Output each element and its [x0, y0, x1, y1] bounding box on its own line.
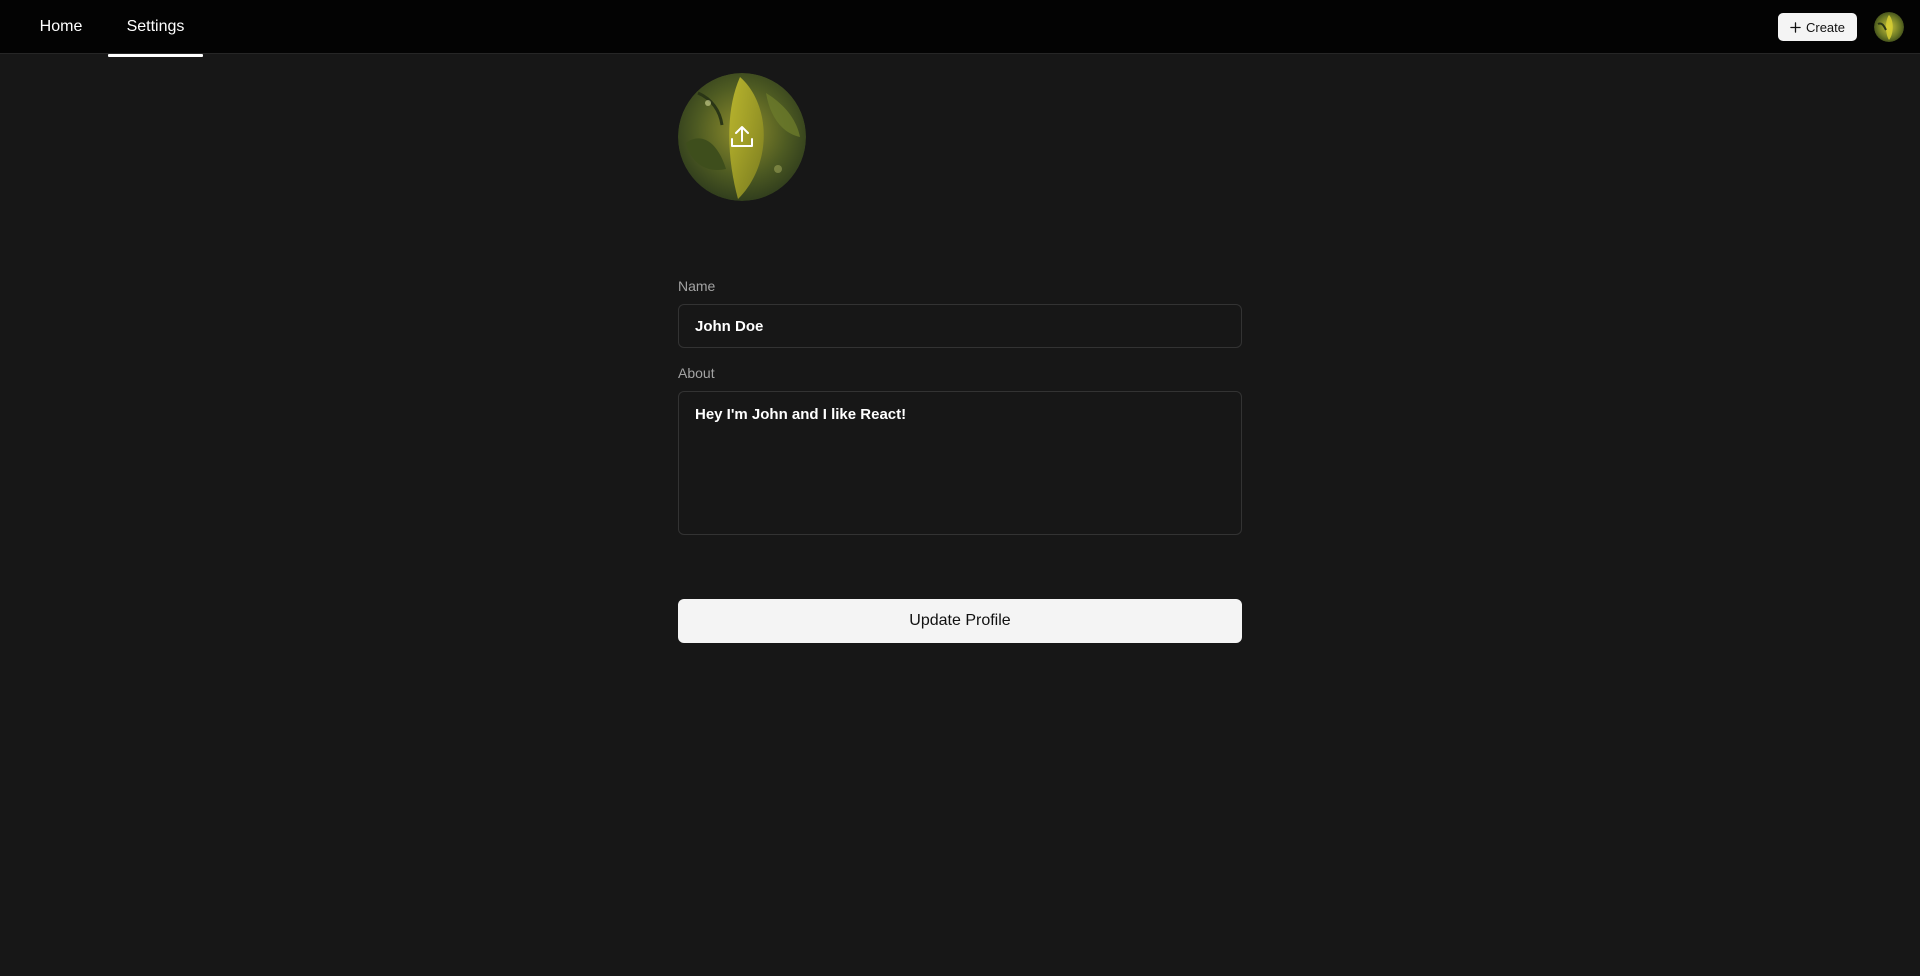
upload-icon [731, 126, 753, 147]
about-field[interactable]: Hey I'm John and I like React! [678, 391, 1242, 535]
top-navigation-bar: Home Settings Create [0, 0, 1920, 57]
tab-settings-label: Settings [126, 18, 185, 35]
name-field[interactable] [678, 304, 1242, 348]
tab-home-label: Home [39, 18, 83, 35]
active-tab-indicator [108, 54, 203, 57]
create-button-label: Create [1805, 19, 1846, 35]
about-label: About [678, 365, 715, 381]
tab-settings[interactable]: Settings [108, 0, 203, 57]
plus-icon [1790, 21, 1801, 33]
tab-home[interactable]: Home [39, 0, 83, 54]
name-label: Name [678, 278, 716, 294]
update-profile-button[interactable]: Update Profile [678, 599, 1242, 643]
profile-avatar-upload[interactable] [678, 73, 806, 201]
create-button[interactable]: Create [1778, 13, 1857, 41]
user-avatar[interactable] [1874, 12, 1904, 42]
avatar-image [1874, 12, 1904, 42]
